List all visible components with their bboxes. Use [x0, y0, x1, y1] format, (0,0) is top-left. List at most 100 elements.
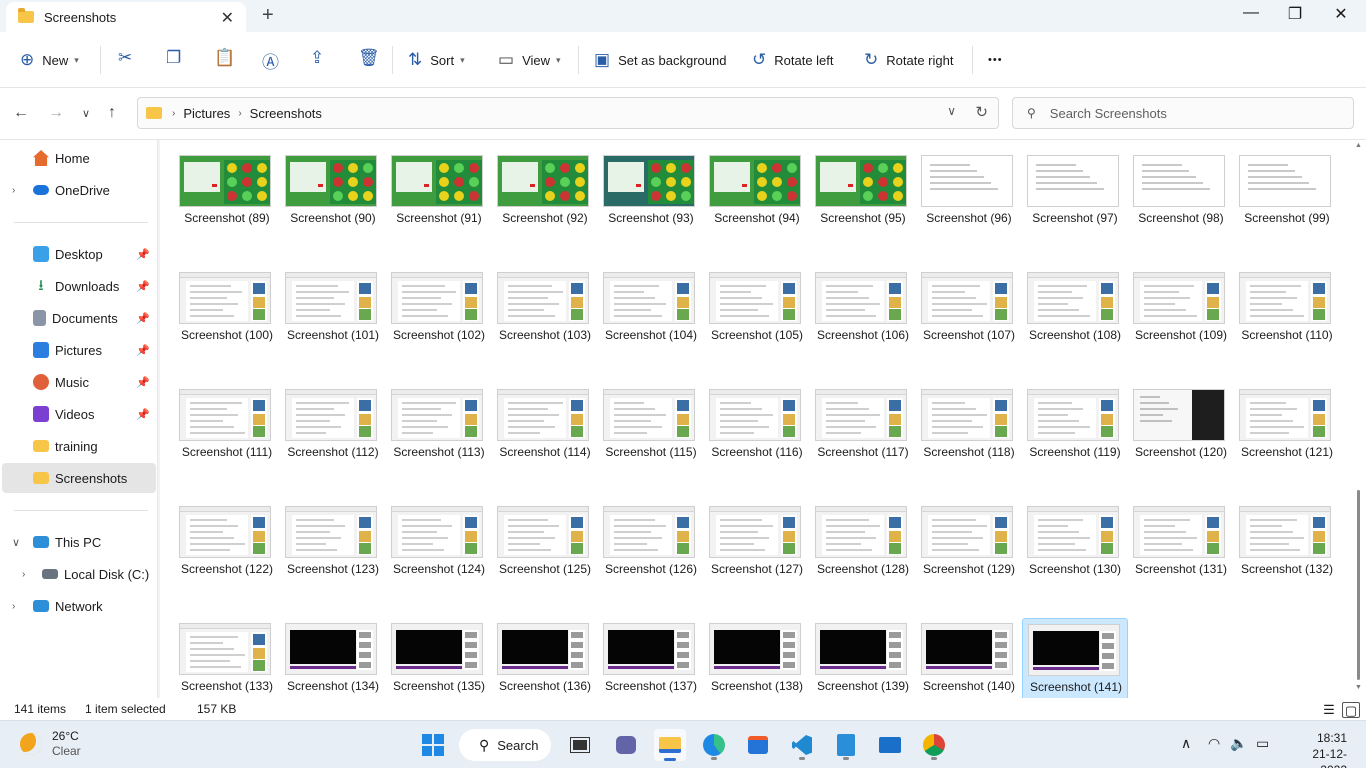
wifi-icon[interactable]: ◠	[1208, 735, 1220, 752]
file-item[interactable]: Screenshot (104)	[598, 267, 704, 384]
file-item[interactable]: Screenshot (134)	[280, 618, 386, 698]
file-item[interactable]: Screenshot (131)	[1128, 501, 1234, 618]
sidebar-item-pictures[interactable]: Pictures 📌	[2, 335, 156, 365]
file-item[interactable]: Screenshot (106)	[810, 267, 916, 384]
new-button[interactable]: ⊕ New ▾	[20, 48, 79, 72]
vertical-scrollbar[interactable]: ▲ ▼	[1352, 140, 1366, 698]
scroll-down-icon[interactable]: ▼	[1355, 684, 1362, 691]
clock[interactable]: 18:31 21-12-2022	[1287, 730, 1347, 768]
file-explorer-button[interactable]	[654, 729, 686, 761]
file-item[interactable]: Screenshot (125)	[492, 501, 598, 618]
file-item[interactable]: Screenshot (122)	[174, 501, 280, 618]
scrollbar-thumb[interactable]	[1357, 490, 1360, 680]
refresh-icon[interactable]: ↻	[975, 103, 988, 121]
more-options-button[interactable]: •••	[988, 48, 1003, 72]
file-item[interactable]: Screenshot (124)	[386, 501, 492, 618]
pin-icon[interactable]: 📌	[136, 408, 150, 421]
notepad-button[interactable]	[830, 729, 862, 761]
breadcrumb-separator-icon[interactable]: ›	[238, 108, 241, 119]
file-item[interactable]: Screenshot (99)	[1234, 150, 1340, 267]
sidebar-item-onedrive[interactable]: › OneDrive	[2, 175, 156, 205]
file-item[interactable]: Screenshot (139)	[810, 618, 916, 698]
sidebar-item-network[interactable]: › Network	[2, 591, 156, 621]
details-view-icon[interactable]: ☰	[1320, 702, 1338, 718]
file-item[interactable]: Screenshot (127)	[704, 501, 810, 618]
sort-button[interactable]: ⇅ Sort ▾	[408, 48, 465, 72]
file-item[interactable]: Screenshot (96)	[916, 150, 1022, 267]
file-item[interactable]: Screenshot (98)	[1128, 150, 1234, 267]
mail-button[interactable]	[874, 729, 906, 761]
file-item[interactable]: Screenshot (126)	[598, 501, 704, 618]
address-bar[interactable]: › Pictures › Screenshots ∨ ↻	[137, 97, 999, 129]
sidebar-item-documents[interactable]: Documents 📌	[2, 303, 156, 333]
minimize-button[interactable]: —	[1228, 4, 1274, 22]
sidebar-item-music[interactable]: Music 📌	[2, 367, 156, 397]
file-item[interactable]: Screenshot (109)	[1128, 267, 1234, 384]
sidebar-item-videos[interactable]: Videos 📌	[2, 399, 156, 429]
file-item[interactable]: Screenshot (123)	[280, 501, 386, 618]
file-item[interactable]: Screenshot (91)	[386, 150, 492, 267]
volume-icon[interactable]: 🔈	[1230, 735, 1247, 752]
file-item[interactable]: Screenshot (93)	[598, 150, 704, 267]
file-item[interactable]: Screenshot (116)	[704, 384, 810, 501]
file-item[interactable]: Screenshot (120)	[1128, 384, 1234, 501]
file-item[interactable]: Screenshot (89)	[174, 150, 280, 267]
search-input[interactable]	[1049, 105, 1330, 121]
file-item[interactable]: Screenshot (114)	[492, 384, 598, 501]
file-item[interactable]: Screenshot (121)	[1234, 384, 1340, 501]
pin-icon[interactable]: 📌	[136, 280, 150, 293]
taskbar-search[interactable]: ⚲ Search	[459, 729, 551, 761]
task-view-button[interactable]	[564, 729, 596, 761]
file-item[interactable]: Screenshot (108)	[1022, 267, 1128, 384]
address-dropdown-icon[interactable]: ∨	[947, 104, 956, 118]
expand-chevron-icon[interactable]: ›	[12, 185, 15, 196]
pin-icon[interactable]: 📌	[136, 248, 150, 261]
search-box[interactable]: ⚲	[1012, 97, 1354, 129]
breadcrumb-separator-icon[interactable]: ›	[172, 108, 175, 119]
file-item[interactable]: Screenshot (133)	[174, 618, 280, 698]
file-item[interactable]: Screenshot (110)	[1234, 267, 1340, 384]
hidden-icons-chevron-icon[interactable]: ∧	[1181, 735, 1191, 752]
sidebar-item-screenshots[interactable]: Screenshots	[2, 463, 156, 493]
edge-button[interactable]	[698, 729, 730, 761]
store-button[interactable]	[742, 729, 774, 761]
weather-widget[interactable]: 26°C Clear	[20, 729, 81, 759]
sidebar-item-home[interactable]: Home	[2, 143, 156, 173]
new-tab-icon[interactable]: +	[262, 4, 274, 27]
vscode-button[interactable]	[786, 729, 818, 761]
thumbnail-view-icon[interactable]: ▢	[1342, 702, 1360, 718]
expand-chevron-icon[interactable]: ›	[22, 569, 25, 580]
file-item[interactable]: Screenshot (111)	[174, 384, 280, 501]
sidebar-item-this-pc[interactable]: ∨ This PC	[2, 527, 156, 557]
file-item[interactable]: Screenshot (130)	[1022, 501, 1128, 618]
pin-icon[interactable]: 📌	[136, 312, 150, 325]
recent-locations-chevron-icon[interactable]: ∨	[82, 107, 90, 120]
file-item[interactable]: Screenshot (105)	[704, 267, 810, 384]
scroll-up-icon[interactable]: ▲	[1355, 142, 1362, 149]
rotate-left-button[interactable]: ↺ Rotate left	[752, 48, 834, 72]
close-button[interactable]: ✕	[1318, 4, 1364, 24]
tab-close-icon[interactable]: ✕	[221, 8, 234, 28]
view-button[interactable]: ▭ View ▾	[498, 48, 561, 72]
pin-icon[interactable]: 📌	[136, 344, 150, 357]
file-item[interactable]: Screenshot (141)	[1022, 618, 1128, 698]
file-item[interactable]: Screenshot (112)	[280, 384, 386, 501]
set-as-background-button[interactable]: ▣ Set as background	[594, 48, 726, 72]
file-item[interactable]: Screenshot (95)	[810, 150, 916, 267]
file-item[interactable]: Screenshot (115)	[598, 384, 704, 501]
pin-icon[interactable]: 📌	[136, 376, 150, 389]
file-item[interactable]: Screenshot (117)	[810, 384, 916, 501]
file-item[interactable]: Screenshot (101)	[280, 267, 386, 384]
file-item[interactable]: Screenshot (128)	[810, 501, 916, 618]
delete-icon[interactable]: 🗑	[358, 48, 380, 68]
start-button[interactable]	[417, 729, 449, 761]
file-item[interactable]: Screenshot (135)	[386, 618, 492, 698]
file-item[interactable]: Screenshot (100)	[174, 267, 280, 384]
rotate-right-button[interactable]: ↻ Rotate right	[864, 48, 953, 72]
file-item[interactable]: Screenshot (119)	[1022, 384, 1128, 501]
cut-icon[interactable]: ✂	[118, 48, 132, 68]
file-item[interactable]: Screenshot (113)	[386, 384, 492, 501]
file-item[interactable]: Screenshot (132)	[1234, 501, 1340, 618]
battery-icon[interactable]: ▭	[1256, 735, 1269, 752]
breadcrumb-pictures[interactable]: Pictures	[183, 106, 230, 121]
